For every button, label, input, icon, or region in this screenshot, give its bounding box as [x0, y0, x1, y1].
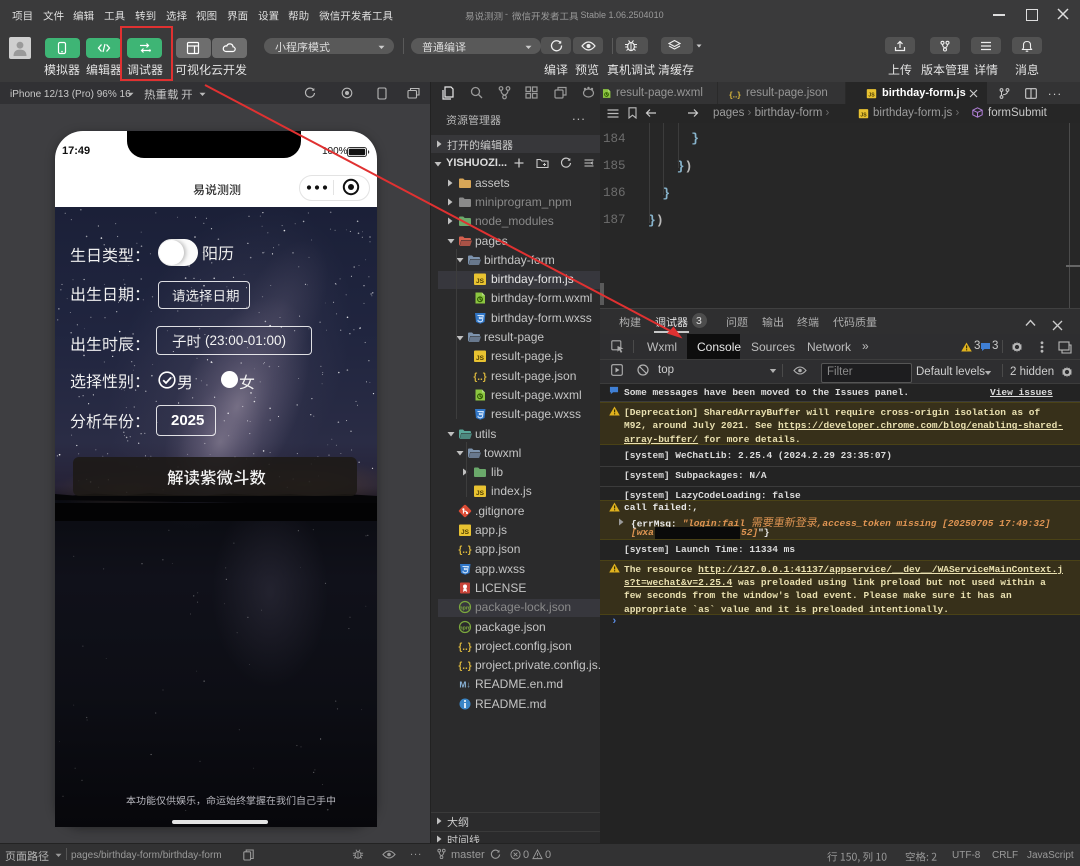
svg-text:{..}: {..} — [458, 642, 471, 653]
svg-text:{..}: {..} — [458, 661, 471, 672]
svg-text:npm: npm — [459, 605, 471, 611]
svg-text:JS: JS — [476, 490, 485, 497]
svg-text:M↓: M↓ — [459, 680, 470, 690]
svg-text:JS: JS — [461, 529, 470, 536]
svg-text:JS: JS — [860, 112, 867, 118]
svg-text:{..}: {..} — [729, 89, 741, 99]
svg-text:JS: JS — [868, 93, 875, 99]
svg-text:npm: npm — [459, 625, 471, 631]
svg-text:{..}: {..} — [458, 545, 471, 556]
svg-text:{..}: {..} — [473, 372, 486, 383]
svg-text:JS: JS — [476, 355, 485, 362]
svg-text:JS: JS — [476, 278, 485, 285]
